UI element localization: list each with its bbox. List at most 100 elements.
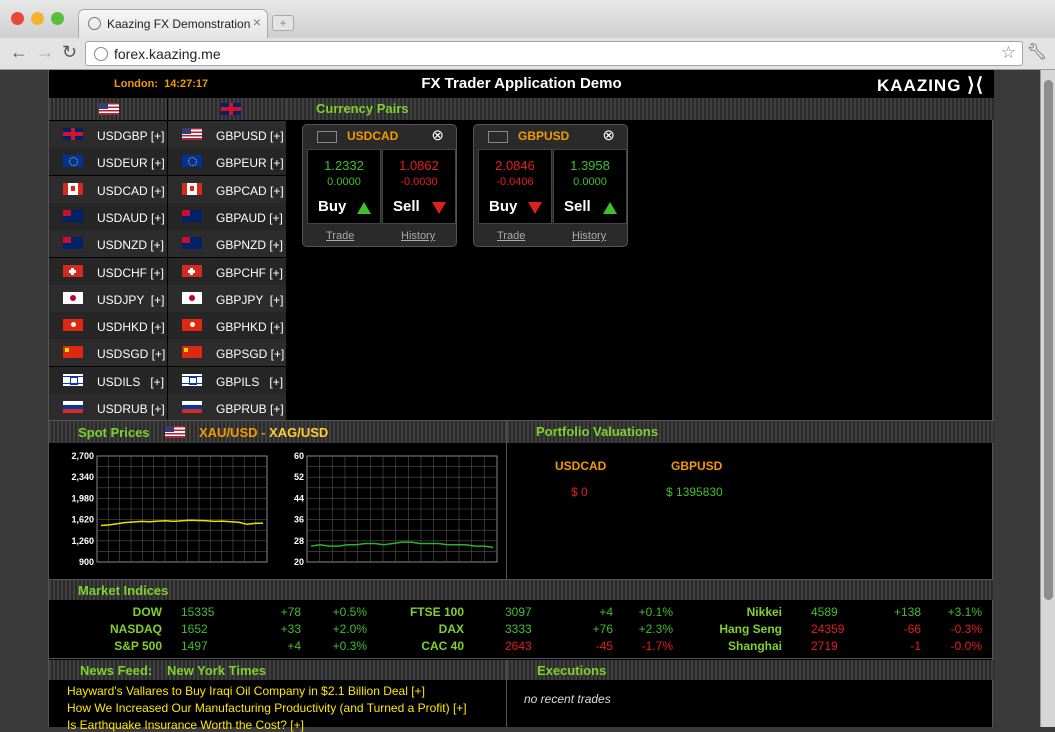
minimize-window-button[interactable]: [31, 12, 44, 25]
buy-button[interactable]: Buy: [318, 198, 346, 215]
history-link[interactable]: History: [572, 230, 606, 242]
address-bar[interactable]: forex.kaazing.me ☆: [85, 41, 1023, 66]
news-item[interactable]: Hayward's Vallares to Buy Iraqi Oil Comp…: [67, 684, 425, 698]
currency-pair-item[interactable]: GBPAUD [+]: [168, 203, 286, 230]
currency-pair-item[interactable]: USDEUR [+]: [49, 148, 167, 175]
bookmark-star-icon[interactable]: ☆: [1001, 43, 1016, 63]
close-circle-icon[interactable]: ⊗: [602, 126, 615, 144]
currency-pair-label: GBPJPY [+]: [216, 292, 284, 307]
news-item[interactable]: How We Increased Our Manufacturing Produ…: [67, 701, 467, 715]
y-tick-label: 60: [294, 451, 304, 461]
widget-header: GBPUSD ⊗: [478, 126, 623, 144]
eu-flag-icon: [182, 155, 202, 168]
news-item[interactable]: Is Earthquake Insurance Worth the Cost? …: [67, 718, 304, 732]
url-text[interactable]: forex.kaazing.me: [114, 46, 221, 62]
currency-pair-item[interactable]: GBPCHF [+]: [168, 258, 286, 285]
minimize-box-icon[interactable]: [488, 131, 508, 143]
currency-pair-item[interactable]: USDAUD [+]: [49, 203, 167, 230]
buy-panel[interactable]: 2.0846 -0.0406 Buy: [478, 149, 552, 224]
sell-price: 1.0862: [399, 158, 439, 173]
sell-panel[interactable]: 1.0862 -0.0030 Sell: [382, 149, 456, 224]
history-link[interactable]: History: [401, 230, 435, 242]
sell-button[interactable]: Sell: [564, 198, 591, 215]
minimize-box-icon[interactable]: [317, 131, 337, 143]
spot-pair-primary[interactable]: XAU/USD: [199, 425, 258, 440]
gb-flag-icon: [221, 103, 241, 115]
browser-tabstrip: Kaazing FX Demonstration × +: [0, 0, 1055, 38]
index-name: Hang Seng: [719, 622, 782, 636]
spot-prices-title: Spot Prices: [78, 425, 150, 440]
currency-pair-item[interactable]: GBPNZD [+]: [168, 230, 286, 257]
column-divider: [167, 98, 168, 420]
y-tick-label: 1,260: [71, 536, 94, 546]
currency-pair-item[interactable]: USDNZD [+]: [49, 230, 167, 257]
buy-price: 1.2332: [324, 158, 364, 173]
currency-pair-item[interactable]: GBPRUB [+]: [168, 394, 286, 421]
buy-button[interactable]: Buy: [489, 198, 517, 215]
index-percent: +0.3%: [332, 639, 367, 653]
tab-close-icon[interactable]: ×: [253, 14, 261, 30]
index-name: Nikkei: [746, 605, 782, 619]
index-percent: -1.7%: [641, 639, 673, 653]
currency-pair-item[interactable]: USDHKD [+]: [49, 312, 167, 339]
close-circle-icon[interactable]: ⊗: [431, 126, 444, 144]
currency-pair-item[interactable]: GBPEUR [+]: [168, 148, 286, 175]
currency-pair-item[interactable]: GBPSGD [+]: [168, 339, 286, 366]
scrollbar-thumb[interactable]: [1044, 80, 1053, 600]
currency-list: USDGBP [+] GBPUSD [+] USDEUR [+] GBPEUR [+]…: [49, 98, 286, 421]
buy-panel[interactable]: 1.2332 0.0000 Buy: [307, 149, 381, 224]
sell-panel[interactable]: 1.3958 0.0000 Sell: [553, 149, 627, 224]
currency-pair-label: USDCAD [+]: [97, 183, 165, 198]
il-flag-icon: [182, 373, 202, 386]
currency-pair-item[interactable]: USDCHF [+]: [49, 258, 167, 285]
forward-arrow-icon[interactable]: →: [36, 42, 54, 63]
page-scrollbar[interactable]: [1040, 70, 1055, 727]
portfolio-header: Portfolio Valuations: [507, 421, 994, 443]
currency-pair-item[interactable]: GBPILS [+]: [168, 367, 286, 394]
currency-pair-item[interactable]: GBPHKD [+]: [168, 312, 286, 339]
up-arrow-icon: [603, 202, 617, 214]
ru-flag-icon: [63, 401, 83, 413]
currency-pair-item[interactable]: USDSGD [+]: [49, 339, 167, 366]
index-change: +78: [280, 605, 301, 619]
currency-pair-label: USDSGD [+]: [97, 347, 166, 362]
widget-pair-name: GBPUSD: [518, 129, 570, 143]
currency-pair-label: GBPEUR [+]: [216, 156, 284, 171]
trade-link[interactable]: Trade: [497, 230, 525, 242]
sell-button[interactable]: Sell: [393, 198, 420, 215]
gold-price-chart: 2,700 2,340 1,980 1,620 1,260 900: [71, 451, 268, 567]
index-value: 24359: [811, 622, 845, 636]
reload-icon[interactable]: ↻: [62, 42, 77, 63]
close-window-button[interactable]: [11, 12, 24, 25]
currency-pair-item[interactable]: USDGBP [+]: [49, 121, 167, 148]
il-flag-icon: [63, 373, 83, 386]
currency-pair-item[interactable]: USDRUB [+]: [49, 394, 167, 421]
globe-icon: [88, 17, 101, 30]
currency-pair-item[interactable]: GBPCAD [+]: [168, 176, 286, 203]
currency-pair-item[interactable]: USDJPY [+]: [49, 285, 167, 312]
back-arrow-icon[interactable]: ←: [10, 42, 28, 63]
us-flag-icon: [99, 103, 119, 115]
market-indices-title: Market Indices: [78, 583, 169, 598]
currency-pair-label: USDJPY [+]: [97, 292, 165, 307]
sell-price: 1.3958: [570, 158, 610, 173]
currency-pair-item[interactable]: GBPUSD [+]: [168, 121, 286, 148]
new-tab-button[interactable]: +: [272, 15, 294, 31]
browser-tab[interactable]: Kaazing FX Demonstration ×: [78, 9, 268, 38]
index-name: DOW: [132, 605, 162, 619]
currency-pair-item[interactable]: USDILS [+]: [49, 367, 167, 394]
index-name: CAC 40: [421, 639, 464, 653]
index-name: Shanghai: [727, 639, 782, 653]
wrench-icon[interactable]: 🔧︎: [1027, 42, 1047, 62]
ca-flag-icon: [63, 182, 83, 195]
currency-pair-item[interactable]: USDCAD [+]: [49, 176, 167, 203]
currency-pair-label: GBPNZD [+]: [216, 238, 284, 253]
currency-pair-label: USDCHF [+]: [97, 265, 165, 280]
spot-pair-secondary[interactable]: XAG/USD: [269, 425, 328, 440]
down-arrow-icon: [432, 202, 446, 214]
trade-link[interactable]: Trade: [326, 230, 354, 242]
zoom-window-button[interactable]: [51, 12, 64, 25]
spot-pair-label: XAU/USD - XAG/USD: [199, 425, 328, 440]
au-flag-icon: [63, 209, 83, 222]
currency-pair-item[interactable]: GBPJPY [+]: [168, 285, 286, 312]
